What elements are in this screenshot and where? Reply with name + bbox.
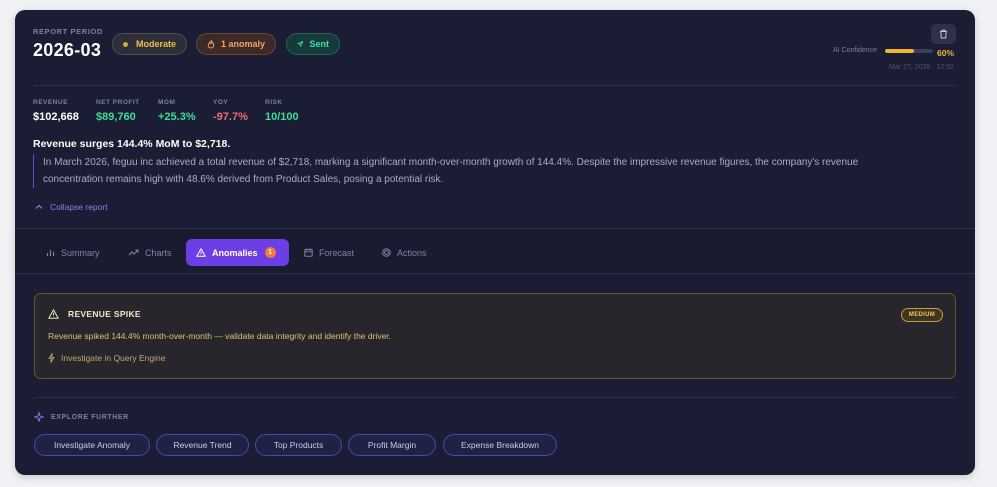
period-value: 2026-03 — [33, 40, 102, 60]
tab-charts[interactable]: Charts — [118, 239, 182, 266]
report-card: REPORT PERIOD 2026-03 Moderate 1 anomaly… — [15, 10, 975, 475]
metric-yoy: YOY -97.7% — [213, 99, 248, 123]
tab-label: Anomalies — [212, 247, 258, 258]
metric-mom: MOM +25.3% — [158, 99, 196, 123]
trend-icon — [128, 249, 139, 256]
confidence-bar-fill — [885, 49, 914, 53]
report-header: REPORT PERIOD 2026-03 Moderate 1 anomaly… — [15, 10, 975, 228]
severity-level-badge: MEDIUM — [901, 308, 943, 322]
tab-summary[interactable]: Summary — [36, 239, 110, 266]
explore-further-heading: EXPLORE FURTHER — [34, 412, 129, 422]
sent-status-label: Sent — [309, 39, 329, 49]
collapse-report-link[interactable]: Collapse report — [35, 202, 108, 212]
severity-badge: Moderate — [112, 33, 187, 55]
confidence-label: AI Confidence — [833, 47, 877, 54]
anomaly-description: Revenue spiked 144.4% month-over-month —… — [48, 331, 392, 341]
bar-chart-icon — [46, 250, 55, 256]
target-icon — [382, 248, 391, 257]
report-timestamp: Mar 27, 2026 · 12:52 — [889, 64, 954, 71]
metric-value: -97.7% — [213, 111, 248, 123]
tab-anomalies[interactable]: Anomalies 1 — [186, 239, 289, 266]
explore-chip-top-products[interactable]: Top Products — [255, 434, 342, 456]
metric-revenue: REVENUE $102,668 — [33, 99, 79, 123]
severity-label: Moderate — [135, 39, 176, 49]
confidence-bar — [885, 49, 933, 53]
collapse-report-label: Collapse report — [50, 202, 108, 212]
explore-chip-expense-breakdown[interactable]: Expense Breakdown — [443, 434, 557, 456]
anomaly-card: REVENUE SPIKE MEDIUM Revenue spiked 144.… — [34, 293, 956, 379]
tab-label: Actions — [397, 247, 427, 258]
flame-icon — [207, 39, 215, 49]
explore-chip-profit-margin[interactable]: Profit Margin — [348, 434, 436, 456]
anomaly-count-badge[interactable]: 1 anomaly — [196, 33, 276, 55]
anomaly-count-label: 1 anomaly — [220, 39, 265, 49]
tab-bar: Summary Charts Anomalies 1 Forecast Acti… — [15, 228, 975, 274]
report-summary: In March 2026, feguu inc achieved a tota… — [33, 154, 913, 188]
metric-value: $89,760 — [96, 111, 136, 123]
trash-icon — [940, 29, 947, 39]
investigate-query-engine-link[interactable]: Investigate in Query Engine — [48, 353, 165, 363]
chevron-up-icon — [35, 204, 43, 209]
delete-report-button[interactable] — [931, 24, 956, 44]
sparkle-icon — [34, 412, 44, 422]
lightning-icon — [48, 353, 55, 363]
metric-label: RISK — [265, 99, 283, 106]
metric-risk: RISK 10/100 — [265, 99, 299, 123]
tab-label: Forecast — [319, 247, 355, 258]
metric-label: REVENUE — [33, 99, 68, 106]
sent-status-badge: Sent — [286, 33, 340, 55]
period-label: REPORT PERIOD — [33, 27, 103, 36]
metric-value: 10/100 — [265, 111, 299, 123]
explore-chip-investigate-anomaly[interactable]: Investigate Anomaly — [34, 434, 150, 456]
explore-chip-revenue-trend[interactable]: Revenue Trend — [156, 434, 249, 456]
metric-value: +25.3% — [158, 111, 196, 123]
tab-label: Summary — [61, 247, 100, 258]
severity-dot-icon — [123, 41, 128, 47]
anomaly-title-text: REVENUE SPIKE — [68, 309, 141, 319]
calendar-icon — [304, 248, 313, 257]
explore-divider — [34, 397, 956, 398]
tab-actions[interactable]: Actions — [372, 239, 437, 266]
warning-icon — [48, 309, 59, 319]
investigate-link-label: Investigate in Query Engine — [61, 353, 166, 363]
tab-forecast[interactable]: Forecast — [294, 239, 364, 266]
warning-icon — [196, 248, 206, 257]
report-headline: Revenue surges 144.4% MoM to $2,718. — [33, 138, 231, 150]
metric-net-profit: NET PROFIT $89,760 — [96, 99, 140, 123]
anomaly-title: REVENUE SPIKE — [48, 309, 141, 319]
send-icon — [297, 41, 304, 47]
metric-label: YOY — [213, 99, 229, 106]
header-divider — [33, 85, 955, 86]
metric-value: $102,668 — [33, 111, 79, 123]
explore-further-label: EXPLORE FURTHER — [51, 413, 129, 421]
tab-count-badge: 1 — [264, 247, 276, 258]
confidence-value: 60% — [937, 48, 955, 58]
metric-label: MOM — [158, 99, 176, 106]
tab-label: Charts — [145, 247, 172, 258]
metric-label: NET PROFIT — [96, 99, 140, 106]
